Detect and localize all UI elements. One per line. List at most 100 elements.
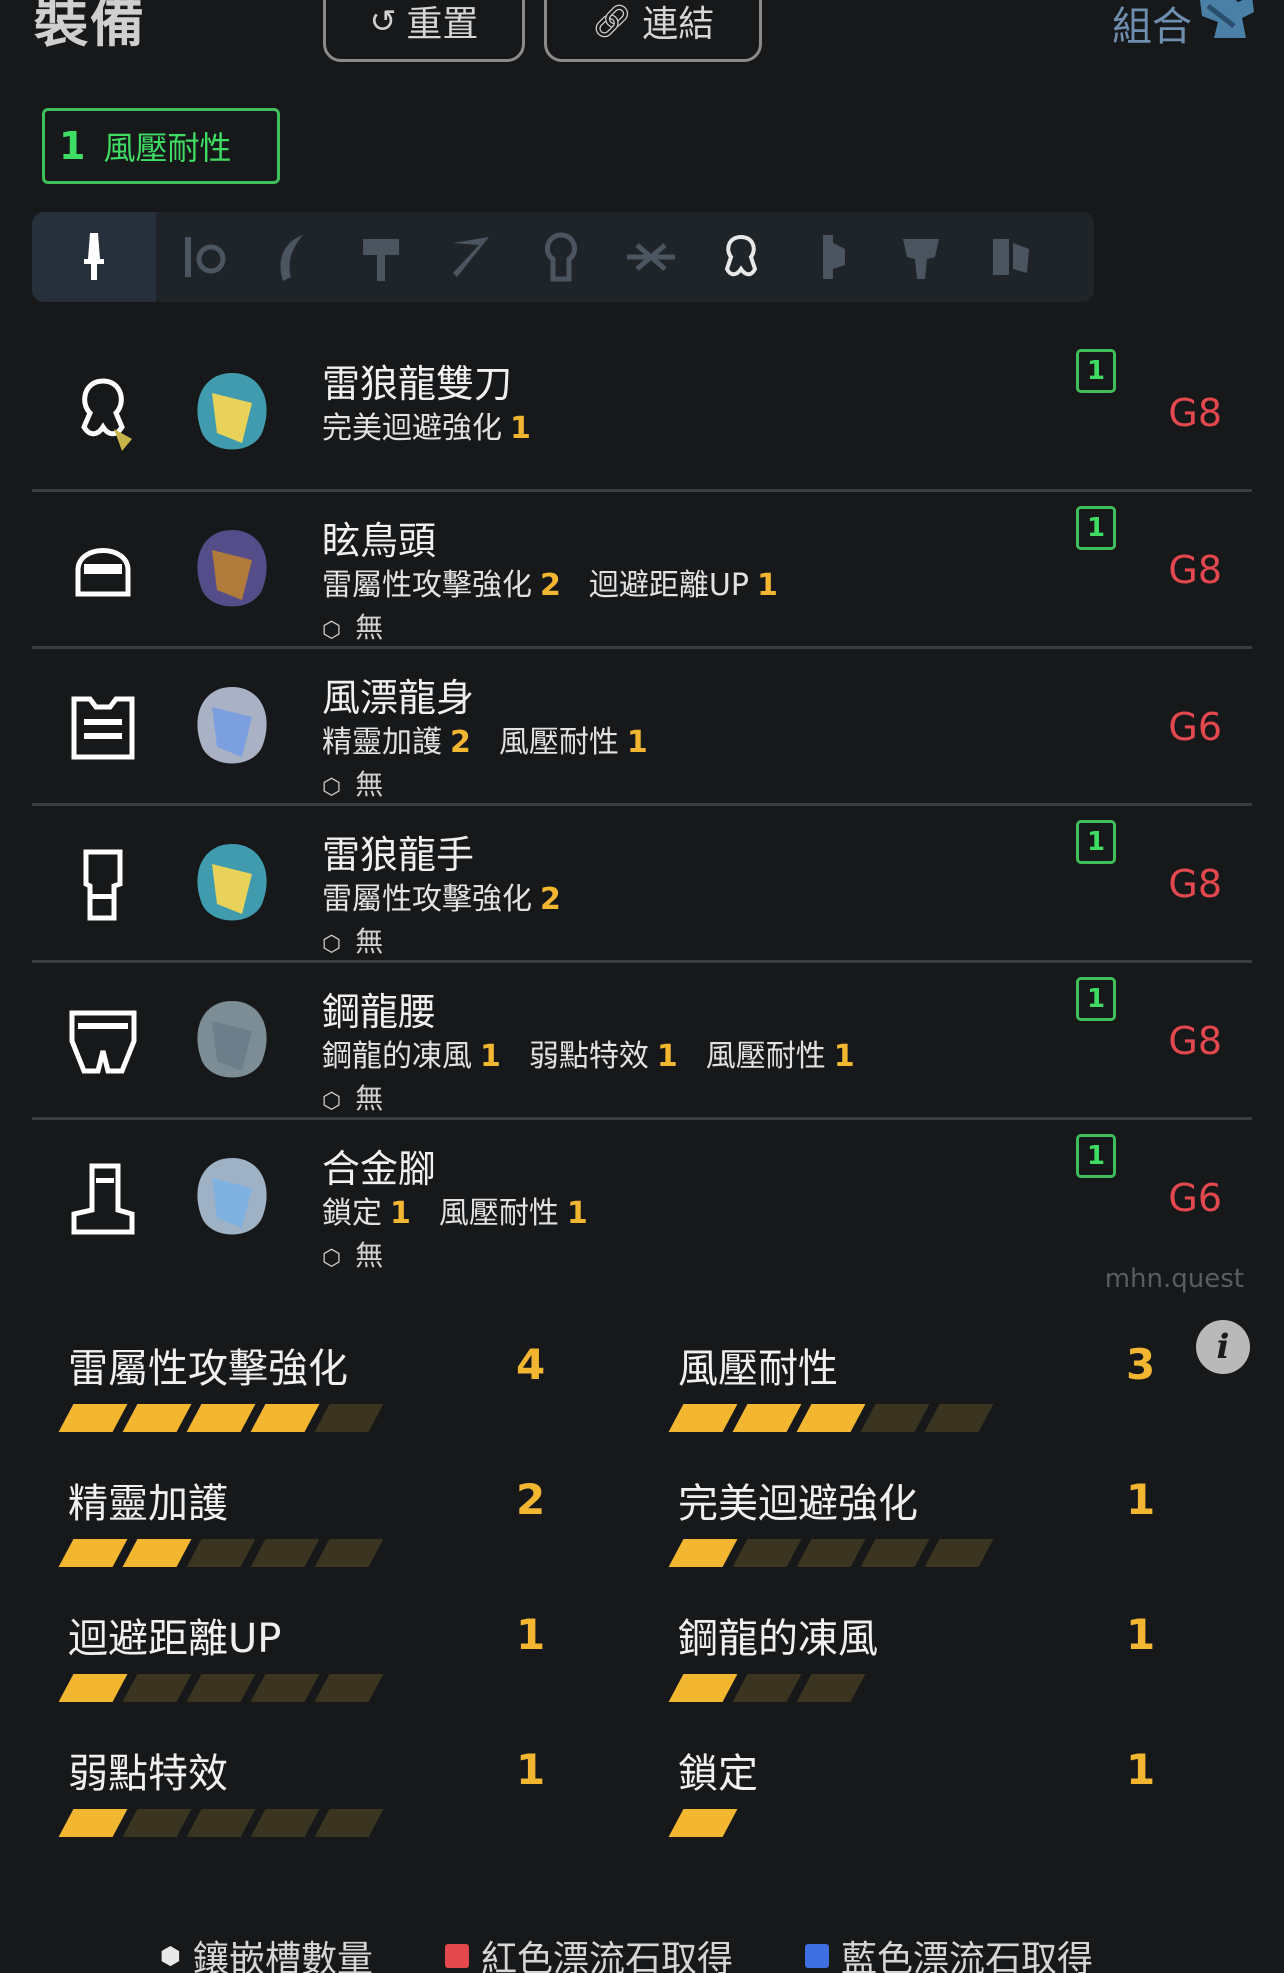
weapon-tab-charge-blade[interactable]: [876, 212, 966, 302]
blue-square-icon: [804, 1944, 829, 1968]
watermark: mhn.quest: [1104, 1264, 1244, 1294]
equipment-list: 雷狼龍雙刀 完美迴避強化 1 1 G8 眩鳥頭 雷屬性攻擊強化 2 迴避距離UP 1 ⬡ 無 1 G8 風漂…: [32, 335, 1252, 1277]
decoration-slots: ⬡ 無: [322, 1234, 383, 1274]
skill-level: 1: [756, 568, 778, 603]
skill-name: 完美迴避強化: [322, 411, 502, 446]
page-title: 裝備: [34, 0, 146, 54]
skill-level-bar: [668, 1539, 996, 1567]
skill-level-segment: [58, 1809, 128, 1837]
skill-level-segment: [796, 1404, 866, 1432]
charge-blade-icon: [903, 239, 939, 279]
skill-summary-item[interactable]: 鋼龍的凍風 1: [668, 1606, 1210, 1741]
skill-level-segment: [186, 1809, 256, 1837]
monster-portrait-icon: [197, 1158, 267, 1235]
skill-summary-level: 1: [1126, 1475, 1156, 1524]
equipment-row[interactable]: 雷狼龍手 雷屬性攻擊強化 2 ⬡ 無 1 G8: [32, 806, 1252, 963]
skill-level: 1: [626, 725, 648, 760]
skill-level-segment: [250, 1539, 320, 1567]
skill-summary-level: 2: [516, 1475, 546, 1524]
weapon-tab-dual-blades[interactable]: [246, 212, 336, 302]
skill-level-segment: [122, 1404, 192, 1432]
legend-blue: 藍色漂流石取得: [804, 1930, 1093, 1973]
hammer-icon: [363, 239, 399, 281]
skill-name: 雷屬性攻擊強化: [322, 882, 532, 917]
equipment-name: 合金腳: [322, 1147, 437, 1191]
lance-icon: [627, 243, 675, 271]
weapon-tab-hunting-horn[interactable]: [516, 212, 606, 302]
equipment-row[interactable]: 眩鳥頭 雷屬性攻擊強化 2 迴避距離UP 1 ⬡ 無 1 G8: [32, 492, 1252, 649]
slots-value: 無: [355, 1239, 384, 1272]
skill-summary-item[interactable]: 鎖定 1: [668, 1741, 1210, 1876]
combo-weapon-icon[interactable]: [1194, 0, 1258, 46]
skill-summary-item[interactable]: 雷屬性攻擊強化 4: [58, 1336, 600, 1471]
skill-summary-name: 風壓耐性: [678, 1346, 838, 1392]
equipment-row[interactable]: 鋼龍腰 鋼龍的凍風 1 弱點特效 1 風壓耐性 1 ⬡ 無 1 G8: [32, 963, 1252, 1120]
skill-name: 雷屬性攻擊強化: [322, 568, 532, 603]
skill-level-segment: [58, 1404, 128, 1432]
weapon-tab-lance[interactable]: [606, 212, 696, 302]
equipment-row[interactable]: 風漂龍身 精靈加護 2 風壓耐性 1 ⬡ 無 G6: [32, 649, 1252, 806]
equipment-skill: 完美迴避強化 1: [322, 411, 531, 446]
skill-level-segment: [122, 1539, 192, 1567]
skill-summary-item[interactable]: 弱點特效 1: [58, 1741, 600, 1876]
link-icon: 🔗︎: [591, 2, 633, 40]
weapon-tab-great-sword[interactable]: [32, 212, 156, 302]
link-label: 連結: [642, 4, 715, 45]
skill-name: 鋼龍的凍風: [322, 1039, 472, 1074]
skill-summary-item[interactable]: 迴避距離UP 1: [58, 1606, 600, 1741]
skill-level: 1: [510, 411, 531, 446]
gunlance-icon: [724, 234, 758, 277]
equipment-grade: G8: [1168, 391, 1222, 435]
chest-icon: [71, 696, 135, 760]
skill-level-segment: [314, 1539, 384, 1567]
skill-summary-item[interactable]: 精靈加護 2: [58, 1471, 600, 1606]
weapon-tab-sword-shield[interactable]: [156, 212, 246, 302]
weapon-type-tabs: [32, 212, 1094, 302]
equipment-skill: 弱點特效 1: [529, 1039, 678, 1074]
skill-summary-name: 精靈加護: [68, 1481, 228, 1527]
equipment-name: 風漂龍身: [322, 676, 475, 720]
skill-name: 鎖定: [322, 1196, 382, 1231]
equipment-skill: 雷屬性攻擊強化 2: [322, 568, 561, 603]
equipment-name: 雷狼龍手: [322, 833, 475, 877]
sword-shield-icon: [185, 237, 226, 277]
red-square-icon: [444, 1944, 469, 1968]
skill-level: 1: [656, 1039, 678, 1074]
skill-level-segment: [186, 1539, 256, 1567]
skill-level-segment: [668, 1674, 738, 1702]
combo-label[interactable]: 組合: [1112, 0, 1192, 52]
reset-button[interactable]: ↺ 重置: [323, 0, 525, 62]
skill-summary-item[interactable]: 風壓耐性 3: [668, 1336, 1210, 1471]
weapon-tab-long-sword[interactable]: [426, 212, 516, 302]
skill-summary-item[interactable]: 完美迴避強化 1: [668, 1471, 1210, 1606]
hex-slot-icon: ⬡: [322, 618, 342, 643]
link-button[interactable]: 🔗︎ 連結: [544, 0, 762, 62]
skill-summary-name: 完美迴避強化: [678, 1481, 918, 1527]
weapon-tab-gunlance[interactable]: [696, 212, 786, 302]
monster-portrait-icon: [197, 373, 267, 450]
filter-label: 風壓耐性: [103, 129, 232, 167]
hex-slot-icon: ⬢: [160, 1942, 181, 1970]
skill-summary-level: 1: [516, 1610, 546, 1659]
skill-summary-name: 鋼龍的凍風: [678, 1616, 878, 1662]
filter-skill-count-badge: 1: [1076, 506, 1116, 550]
decoration-slots: ⬡ 無: [322, 920, 383, 960]
skill-level-segment: [732, 1674, 802, 1702]
filter-skill-count-badge: 1: [1076, 349, 1116, 393]
filter-count: 1: [59, 124, 86, 168]
skill-level-segment: [250, 1674, 320, 1702]
weapon-tab-hammer[interactable]: [336, 212, 426, 302]
skill-filter-chip[interactable]: 1 風壓耐性: [42, 108, 280, 184]
weapon-tab-switch-axe[interactable]: [786, 212, 876, 302]
slots-value: 無: [355, 1082, 384, 1115]
equipment-row[interactable]: 合金腳 鎖定 1 風壓耐性 1 ⬡ 無 1 G6: [32, 1120, 1252, 1277]
filter-skill-count-badge: 1: [1076, 977, 1116, 1021]
skill-level: 2: [540, 568, 561, 603]
slots-value: 無: [355, 768, 384, 801]
skill-level: 2: [450, 725, 471, 760]
skill-level-segment: [668, 1539, 738, 1567]
weapon-tab-insect-glaive[interactable]: [966, 212, 1056, 302]
equipment-skill: 風壓耐性 1: [499, 725, 648, 760]
skill-summary-level: 1: [1126, 1745, 1156, 1794]
equipment-row[interactable]: 雷狼龍雙刀 完美迴避強化 1 1 G8: [32, 335, 1252, 492]
